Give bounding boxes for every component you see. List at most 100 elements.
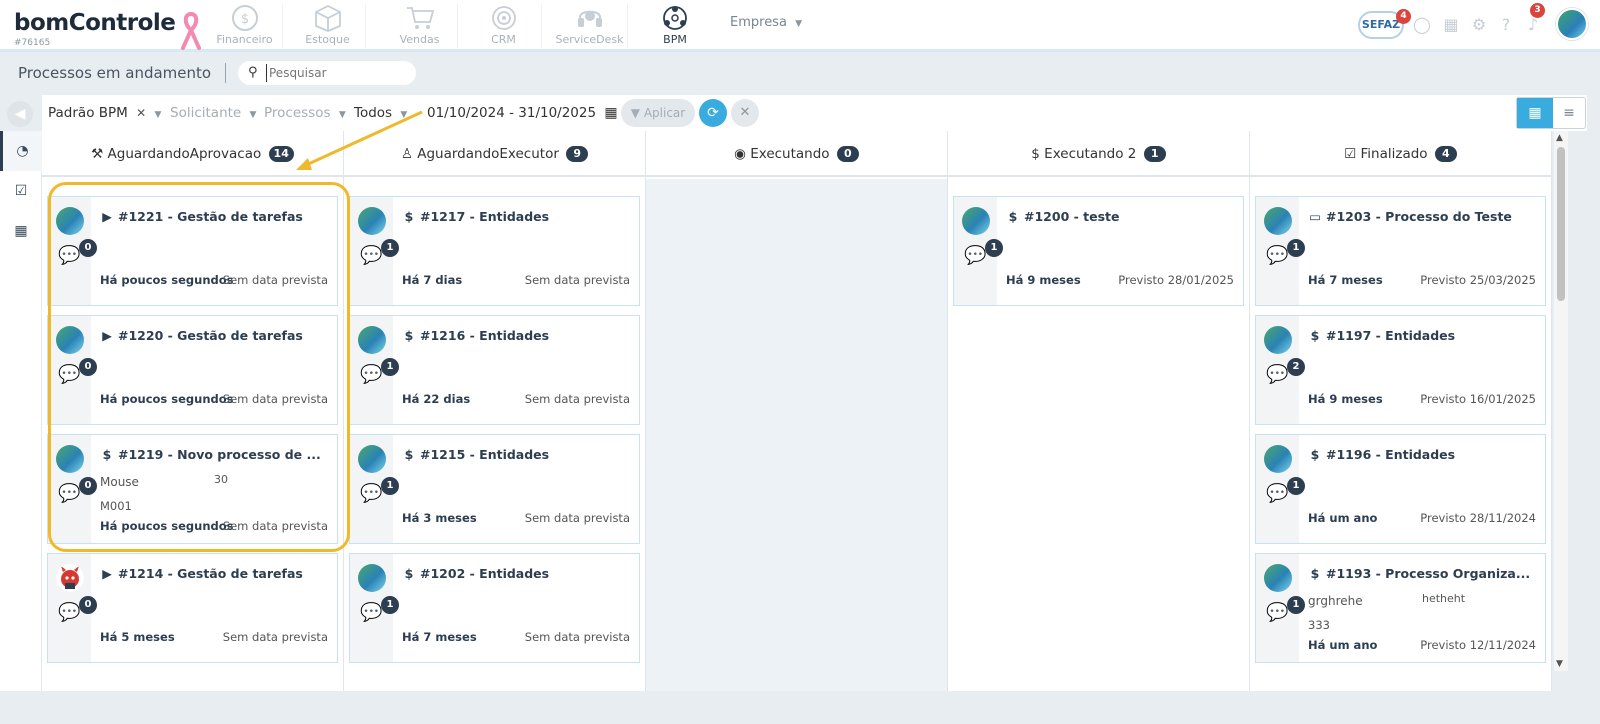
module-vendas[interactable]: Vendas	[382, 4, 458, 48]
process-card[interactable]: 💬 1 $ #1196 - Entidades Há um ano Previst…	[1255, 434, 1546, 544]
process-card[interactable]: 💬 1 $ #1215 - Entidades Há 3 meses Sem da…	[349, 434, 640, 544]
comment-icon: 💬	[964, 245, 987, 266]
module-bpm[interactable]: BPM	[637, 4, 713, 48]
svg-text:$: $	[240, 12, 248, 27]
card-title: ▶ #1214 - Gestão de tarefas	[100, 566, 303, 581]
card-age: Há poucos segundos	[100, 519, 234, 533]
column-header: ☑ Finalizado 4	[1250, 131, 1551, 177]
card-due: Sem data prevista	[222, 392, 328, 406]
process-card[interactable]: 💬 1 $ #1193 - Processo Organiza... grghre…	[1255, 553, 1546, 663]
help-icon[interactable]: ?	[1497, 16, 1515, 34]
calendar-icon: ▦	[604, 105, 618, 121]
gear-icon[interactable]: ⚙	[1470, 16, 1488, 34]
battery-icon: ▭	[1309, 209, 1321, 224]
card-field: hetheht	[1422, 592, 1466, 605]
status-filter[interactable]: Todos ▼	[354, 95, 407, 131]
module-financeiro[interactable]: $ Financeiro	[207, 4, 283, 48]
grid-view-icon[interactable]: ▦	[1517, 98, 1553, 128]
column-header: $ Executando 2 1	[948, 131, 1249, 177]
avatar	[1264, 445, 1292, 473]
card-field: Mouse	[100, 475, 139, 489]
solicitante-filter[interactable]: Solicitante ▼	[170, 95, 256, 131]
comment-count: 1	[381, 358, 399, 376]
search-input[interactable]	[266, 64, 406, 82]
dashboard-icon[interactable]: ◔	[0, 131, 42, 171]
back-circle-icon[interactable]: ◀	[7, 101, 33, 127]
column-executando-2: $ Executando 2 1 💬 1 $ #1200 - teste Há 9…	[948, 131, 1250, 691]
card-title: ▭ #1203 - Processo do Teste	[1309, 209, 1512, 224]
brand-logo[interactable]: bomControle #76165	[14, 10, 176, 48]
process-card[interactable]: 💬 0 ▶ #1220 - Gestão de tarefas Há poucos…	[47, 315, 338, 425]
process-card[interactable]: 💬 2 $ #1197 - Entidades Há 9 meses Previs…	[1255, 315, 1546, 425]
caret-down-icon: ▼	[249, 110, 257, 120]
processos-filter[interactable]: Processos ▼	[264, 95, 346, 131]
card-due: Sem data prevista	[524, 392, 630, 406]
search-box[interactable]: ⚲	[238, 61, 416, 85]
card-field: grghrehe	[1308, 594, 1363, 608]
card-due: Previsto 25/03/2025	[1420, 273, 1536, 287]
list-view-icon[interactable]: ≡	[1553, 98, 1585, 128]
dollar-icon: $	[404, 447, 414, 462]
apply-button[interactable]: ▼ Aplicar	[621, 99, 695, 127]
avatar	[1264, 564, 1292, 592]
card-age: Há 7 meses	[1308, 273, 1383, 287]
empresa-dropdown[interactable]: Empresa ▼	[730, 15, 802, 30]
scroll-up-icon[interactable]: ▲	[1556, 133, 1563, 143]
card-age: Há poucos segundos	[100, 273, 234, 287]
calendar-icon[interactable]: ▦	[0, 211, 42, 251]
bell-icon[interactable]: ♪	[1524, 16, 1542, 34]
module-estoque[interactable]: Estoque	[290, 4, 366, 48]
card-due: Sem data prevista	[222, 630, 328, 644]
notification-badge: 3	[1530, 3, 1545, 18]
card-field: 333	[1308, 618, 1330, 632]
process-card[interactable]: 💬 1 $ #1202 - Entidades Há 7 meses Sem da…	[349, 553, 640, 663]
clear-filters-icon[interactable]: ✕	[731, 99, 759, 127]
process-card[interactable]: 💬 0 ▶ #1214 - Gestão de tarefas Há 5 mese…	[47, 553, 338, 663]
remove-filter-icon[interactable]: ✕	[136, 106, 146, 120]
check-square-icon[interactable]: ☑	[0, 171, 42, 211]
column-executando: ◉ Executando 0	[646, 131, 948, 691]
comment-count: 1	[985, 239, 1003, 257]
module-servicedesk[interactable]: ServiceDesk	[552, 4, 628, 48]
kanban-board: ⚒ AguardandoAprovacao 14 💬 0 ▶ #1221 - Ge…	[42, 131, 1552, 691]
comment-count: 0	[79, 596, 97, 614]
comment-icon: 💬	[58, 364, 81, 385]
play-circle-icon: ▶	[102, 209, 112, 224]
calendar-icon[interactable]: ▦	[1442, 16, 1460, 34]
page-title: Processos em andamento	[18, 64, 212, 82]
user-avatar[interactable]	[1556, 8, 1588, 40]
process-card[interactable]: 💬 1 $ #1216 - Entidades Há 22 dias Sem da…	[349, 315, 640, 425]
avatar	[962, 207, 990, 235]
avatar	[358, 445, 386, 473]
preset-filter[interactable]: Padrão BPM ✕ ▼	[48, 95, 161, 131]
scroll-thumb[interactable]	[1557, 147, 1565, 301]
comment-count: 0	[79, 477, 97, 495]
scroll-down-icon[interactable]: ▼	[1556, 659, 1563, 669]
date-range-filter[interactable]: 01/10/2024 - 31/10/2025 ▦	[427, 95, 618, 131]
dollar-icon: $	[1310, 566, 1320, 581]
card-title: $ #1197 - Entidades	[1308, 328, 1455, 343]
filter-icon: ▼	[630, 106, 640, 120]
module-crm[interactable]: CRM	[466, 4, 542, 48]
comment-icon: 💬	[1266, 364, 1289, 385]
process-card[interactable]: 💬 1 ▭ #1203 - Processo do Teste Há 7 mese…	[1255, 196, 1546, 306]
process-card[interactable]: 💬 0 ▶ #1221 - Gestão de tarefas Há poucos…	[47, 196, 338, 306]
filter-bar: Padrão BPM ✕ ▼ Solicitante ▼ Processos ▼…	[42, 95, 1587, 131]
card-title: $ #1196 - Entidades	[1308, 447, 1455, 462]
whatsapp-icon[interactable]: ◯	[1413, 16, 1431, 34]
headset-icon	[577, 10, 602, 27]
vertical-scrollbar[interactable]: ▲ ▼	[1554, 131, 1568, 671]
pink-ribbon-icon	[181, 12, 201, 50]
check-square-icon: ☑	[1344, 146, 1357, 162]
top-navbar: bomControle #76165 $ Financeiro Estoque …	[0, 0, 1600, 52]
card-field: 30	[214, 473, 228, 486]
card-title: $ #1217 - Entidades	[402, 209, 549, 224]
play-circle-icon: ▶	[102, 328, 112, 343]
process-card[interactable]: 💬 0 $ #1219 - Novo processo de ... Mouse …	[47, 434, 338, 544]
refresh-icon[interactable]: ⟳	[699, 99, 727, 127]
avatar	[1264, 326, 1292, 354]
sefaz-badge: 4	[1396, 9, 1411, 24]
comment-icon: 💬	[1266, 602, 1289, 623]
process-card[interactable]: 💬 1 $ #1217 - Entidades Há 7 dias Sem dat…	[349, 196, 640, 306]
process-card[interactable]: 💬 1 $ #1200 - teste Há 9 meses Previsto 2…	[953, 196, 1244, 306]
